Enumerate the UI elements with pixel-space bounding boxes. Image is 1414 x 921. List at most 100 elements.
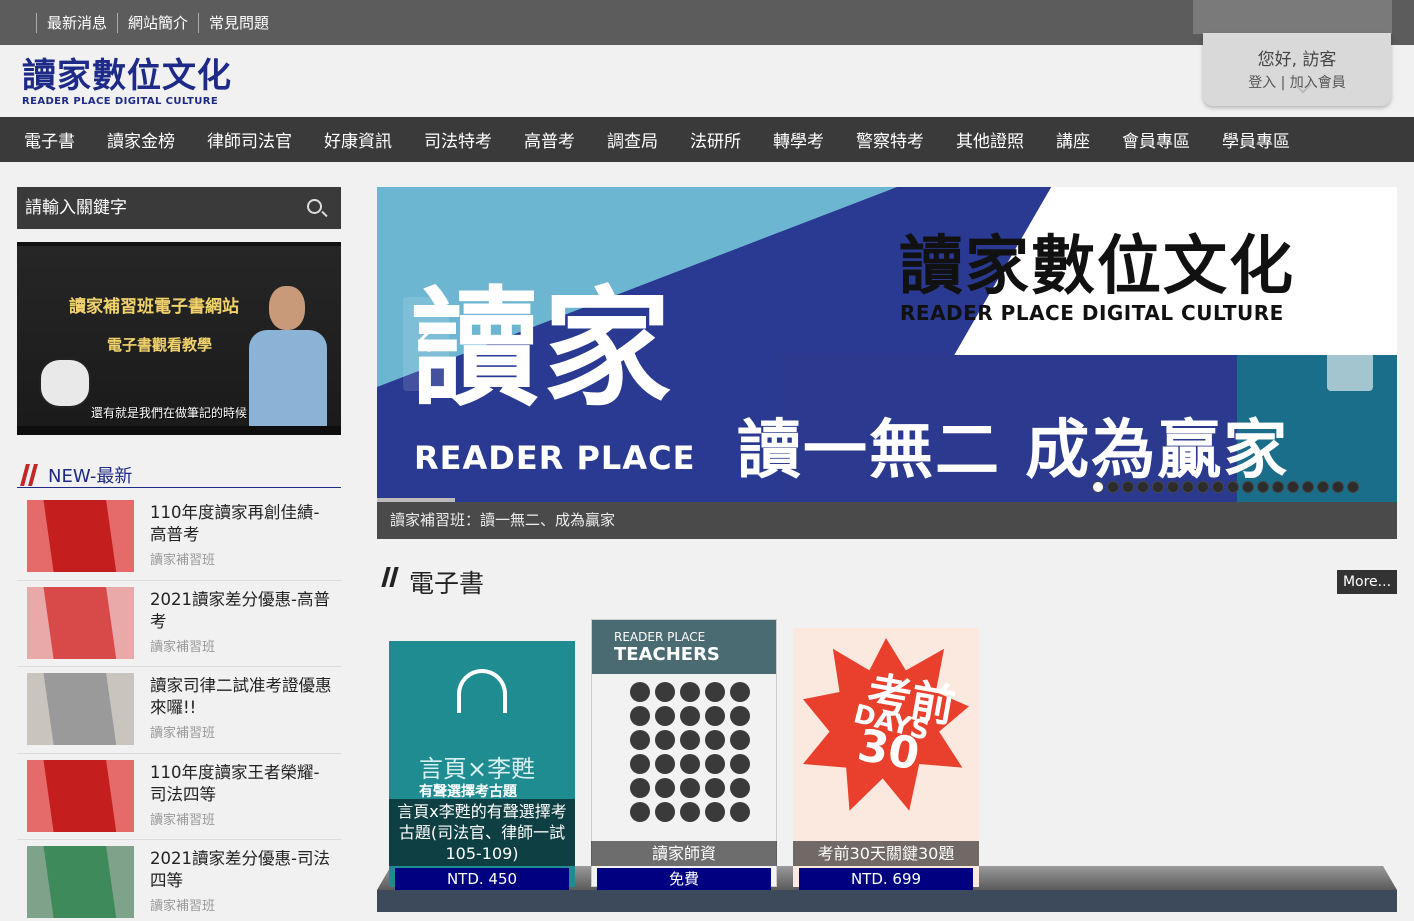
cover-header: READER PLACE TEACHERS [592, 620, 776, 674]
teacher-avatar [630, 754, 650, 774]
carousel-dot[interactable] [1092, 481, 1104, 493]
news-item-title[interactable]: 讀家司律二試准考證優惠來囉!! [150, 675, 335, 719]
news-item-source: 讀家補習班 [150, 726, 216, 741]
news-item-title[interactable]: 2021讀家差分優惠-高普考 [150, 589, 335, 633]
top-link-about[interactable]: 網站簡介 [117, 12, 198, 33]
teacher-avatar [730, 730, 750, 750]
search-input[interactable] [17, 187, 297, 229]
top-link-news[interactable]: 最新消息 [36, 12, 117, 33]
tutorial-video[interactable]: 讀家補習班電子書網站 電子書觀看教學 還有就是我們在做筆記的時候 [17, 242, 341, 435]
teacher-avatar [680, 802, 700, 822]
teacher-avatar [705, 754, 725, 774]
nav-item-law-grad[interactable]: 法研所 [690, 127, 741, 152]
news-thumbnail[interactable] [27, 759, 134, 832]
nav-item-ebooks[interactable]: 電子書 [24, 127, 75, 152]
teacher-avatar [680, 778, 700, 798]
carousel-dot[interactable] [1227, 481, 1239, 493]
nav-item-lawyer-judge[interactable]: 律師司法官 [207, 127, 292, 152]
headphones-icon [457, 669, 507, 713]
ebook-price: 免費 [597, 868, 771, 890]
section-mark-icon [381, 567, 402, 589]
banner-headline-cn: 讀家 [411, 275, 676, 424]
carousel-dot[interactable] [1347, 481, 1359, 493]
logo-text-cn: 讀家數位文化 [22, 56, 232, 96]
news-item[interactable]: 2021讀家差分優惠-高普考 讀家補習班 [17, 581, 341, 667]
nav-item-transfer[interactable]: 轉學考 [773, 127, 824, 152]
video-controls-bar[interactable] [17, 426, 341, 435]
news-item[interactable]: 110年度讀家王者榮耀-司法四等 讀家補習班 [17, 754, 341, 840]
news-item-source: 讀家補習班 [150, 812, 216, 828]
carousel-slide: 讀家數位文化 READER PLACE DIGITAL CULTURE 讀家 R… [377, 187, 1397, 502]
teacher-avatar [655, 682, 675, 702]
carousel-dot[interactable] [1257, 481, 1269, 493]
teacher-faces [630, 682, 770, 822]
news-item-title[interactable]: 2021讀家差分優惠-司法四等 [150, 848, 335, 892]
ebook-title[interactable]: 考前30天關鍵30題 [793, 841, 979, 866]
chevron-right-icon [1333, 329, 1357, 353]
carousel-dot[interactable] [1167, 481, 1179, 493]
presenter-body [249, 330, 327, 435]
user-panel: 您好, 訪客 登入 | 加入會員 [1193, 0, 1393, 107]
nav-item-students[interactable]: 學員專區 [1222, 127, 1290, 152]
nav-item-police[interactable]: 警察特考 [856, 127, 924, 152]
presenter-head [269, 286, 305, 330]
news-item-title[interactable]: 110年度讀家再創佳績-高普考 [150, 502, 335, 546]
banner-logo-en: READER PLACE DIGITAL CULTURE [900, 301, 1284, 325]
news-item-title[interactable]: 110年度讀家王者榮耀-司法四等 [150, 762, 335, 806]
cover-title: TEACHERS [614, 644, 720, 665]
teacher-avatar [680, 730, 700, 750]
banner-slogan: 讀一無二 成為贏家 [737, 414, 1290, 488]
nav-item-other-certs[interactable]: 其他證照 [956, 127, 1024, 152]
teacher-avatar [705, 706, 725, 726]
hero-carousel[interactable]: 讀家數位文化 READER PLACE DIGITAL CULTURE 讀家 R… [377, 187, 1397, 539]
user-panel-tab [1193, 0, 1392, 34]
carousel-dot[interactable] [1317, 481, 1329, 493]
news-thumbnail[interactable] [27, 846, 134, 918]
carousel-dot[interactable] [1122, 481, 1134, 493]
carousel-caption[interactable]: 讀家補習班：讀一無二、成為贏家 [377, 502, 1397, 539]
nav-item-deals[interactable]: 好康資訊 [324, 127, 392, 152]
carousel-next-button[interactable] [1327, 297, 1373, 391]
top-link-faq[interactable]: 常見問題 [198, 12, 279, 33]
carousel-dot[interactable] [1212, 481, 1224, 493]
teacher-avatar [730, 802, 750, 822]
user-greeting: 您好, 訪客 [1257, 50, 1337, 70]
carousel-dot[interactable] [1242, 481, 1254, 493]
search-box [17, 187, 341, 229]
carousel-dot[interactable] [1137, 481, 1149, 493]
carousel-dot[interactable] [1272, 481, 1284, 493]
news-item-source: 讀家補習班 [150, 899, 216, 914]
teacher-avatar [680, 754, 700, 774]
ebook-title[interactable]: 讀家師資 [591, 841, 777, 866]
carousel-dot[interactable] [1152, 481, 1164, 493]
carousel-prev-button[interactable] [403, 297, 449, 391]
nav-item-investigation[interactable]: 調查局 [607, 127, 658, 152]
nav-item-lectures[interactable]: 講座 [1056, 127, 1090, 152]
carousel-dot[interactable] [1197, 481, 1209, 493]
carousel-dot[interactable] [1287, 481, 1299, 493]
nav-item-civil-exam[interactable]: 高普考 [524, 127, 575, 152]
news-thumbnail[interactable] [27, 586, 134, 659]
ebook-title[interactable]: 言頁x李甦的有聲選擇考古題(司法官、律師一試105-109) [389, 799, 575, 866]
carousel-dot[interactable] [1332, 481, 1344, 493]
teacher-avatar [705, 802, 725, 822]
news-item[interactable]: 讀家司律二試准考證優惠來囉!! 讀家補習班 [17, 667, 341, 754]
search-icon[interactable] [307, 199, 322, 214]
nav-item-judicial-exam[interactable]: 司法特考 [424, 127, 492, 152]
news-thumbnail[interactable] [27, 500, 134, 572]
user-card: 您好, 訪客 登入 | 加入會員 [1203, 33, 1391, 106]
teacher-avatar [705, 730, 725, 750]
carousel-dot[interactable] [1107, 481, 1119, 493]
nav-item-members[interactable]: 會員專區 [1122, 127, 1190, 152]
site-logo[interactable]: 讀家數位文化 READER PLACE DIGITAL CULTURE [22, 57, 232, 107]
carousel-dot[interactable] [1182, 481, 1194, 493]
news-list: 110年度讀家再創佳績-高普考 讀家補習班 2021讀家差分優惠-高普考 讀家補… [17, 494, 341, 921]
logo-text-en: READER PLACE DIGITAL CULTURE [22, 96, 219, 107]
carousel-dot[interactable] [1302, 481, 1314, 493]
news-item[interactable]: 2021讀家差分優惠-司法四等 讀家補習班 [17, 840, 341, 921]
nav-item-ranking[interactable]: 讀家金榜 [107, 127, 175, 152]
teacher-avatar [730, 706, 750, 726]
news-thumbnail[interactable] [27, 673, 134, 745]
news-item[interactable]: 110年度讀家再創佳績-高普考 讀家補習班 [17, 494, 341, 581]
more-button[interactable]: More... [1337, 570, 1397, 594]
